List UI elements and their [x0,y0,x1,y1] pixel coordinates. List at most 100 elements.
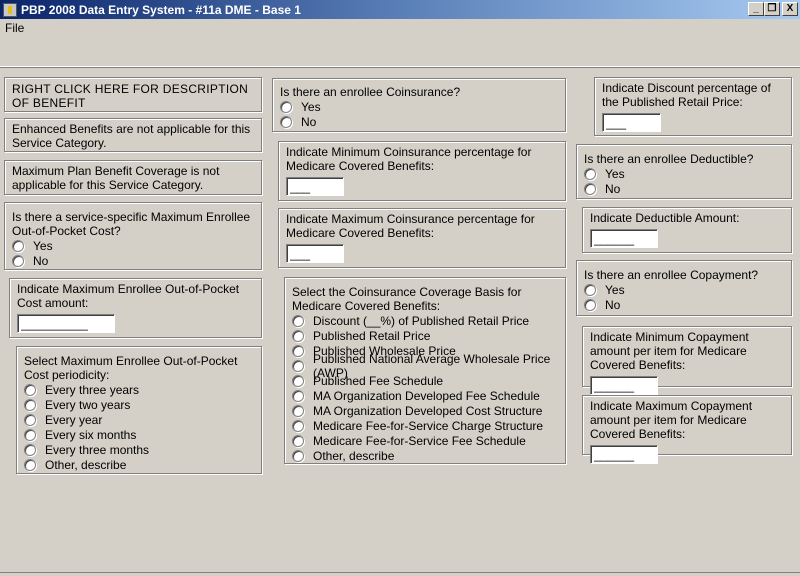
enhanced-benefits-text: Enhanced Benefits are not applicable for… [12,122,251,150]
radio-circle-icon [24,398,36,411]
discount-label: Indicate Discount percentage of the Publ… [602,81,771,109]
radio-label: No [605,297,621,312]
coverage-basis-group: Select the Coinsurance Coverage Basis fo… [284,277,566,464]
radio-option[interactable]: Published National Average Wholesale Pri… [292,352,558,380]
radio-option[interactable]: Every two years [24,397,254,412]
radio-label: Every three years [45,382,140,397]
radio-label: Medicare Fee-for-Service Charge Structur… [313,418,544,433]
deductible-yes-radio[interactable]: Yes [584,166,784,181]
radio-label: Medicare Fee-for-Service Fee Schedule [313,433,526,448]
radio-circle-icon [292,389,304,402]
discount-group: Indicate Discount percentage of the Publ… [594,77,792,136]
menu-file[interactable]: File [5,21,24,35]
radio-option[interactable]: Medicare Fee-for-Service Fee Schedule [292,433,558,448]
radio-circle-icon [24,443,36,456]
radio-option[interactable]: Every year [24,412,254,427]
radio-label: MA Organization Developed Cost Structure [313,403,543,418]
radio-option[interactable]: MA Organization Developed Fee Schedule [292,388,558,403]
radio-label: Published Retail Price [313,328,431,343]
min-coinsurance-input[interactable] [286,177,344,196]
radio-option[interactable]: Other, describe [24,457,254,472]
deductible-no-radio[interactable]: No [584,181,784,196]
max-copay-label: Indicate Maximum Copayment amount per it… [590,399,753,441]
restore-button[interactable]: ❐ [764,2,780,16]
radio-circle-icon [292,359,304,372]
description-box[interactable]: RIGHT CLICK HERE FOR DESCRIPTION OF BENE… [4,77,262,112]
coinsurance-yes-radio[interactable]: Yes [280,99,558,114]
copay-yes-radio[interactable]: Yes [584,282,784,297]
menu-bar: File [0,19,800,37]
deductible-question-label: Is there an enrollee Deductible? [584,152,754,166]
radio-option[interactable]: Other, describe [292,448,558,463]
radio-circle-icon [24,383,36,396]
radio-circle-icon [292,344,304,357]
radio-circle-icon [24,428,36,441]
periodicity-group: Select Maximum Enrollee Out-of-Pocket Co… [16,346,262,474]
discount-input[interactable] [602,113,661,132]
radio-circle-icon [12,254,24,267]
min-copay-input[interactable] [590,376,658,395]
radio-label: Yes [301,99,321,114]
radio-option[interactable]: Every three months [24,442,254,457]
title-bar: PBP 2008 Data Entry System - #11a DME - … [0,0,800,19]
radio-circle-icon [584,182,596,195]
radio-option[interactable]: Published Retail Price [292,328,558,343]
max-copay-input[interactable] [590,445,658,464]
max-plan-text: Maximum Plan Benefit Coverage is not app… [12,164,220,192]
max-coinsurance-input[interactable] [286,244,344,263]
min-copay-label: Indicate Minimum Copayment amount per it… [590,330,749,372]
status-divider [0,572,800,576]
oop-no-radio[interactable]: No [12,253,254,268]
radio-circle-icon [292,419,304,432]
radio-label: Published Fee Schedule [313,373,444,388]
deductible-amount-label: Indicate Deductible Amount: [590,211,740,225]
radio-label: Other, describe [313,448,395,463]
radio-circle-icon [292,434,304,447]
deductible-amount-input[interactable] [590,229,658,248]
description-link[interactable]: RIGHT CLICK HERE FOR DESCRIPTION OF BENE… [12,82,248,110]
radio-label: Every year [45,412,103,427]
radio-circle-icon [280,115,292,128]
radio-label: Other, describe [45,457,127,472]
radio-circle-icon [584,167,596,180]
oop-yes-radio[interactable]: Yes [12,238,254,253]
coinsurance-question-label: Is there an enrollee Coinsurance? [280,85,461,99]
radio-circle-icon [292,329,304,342]
copay-no-radio[interactable]: No [584,297,784,312]
radio-circle-icon [292,404,304,417]
oop-amount-label: Indicate Maximum Enrollee Out-of-Pocket … [17,282,240,310]
radio-circle-icon [292,374,304,387]
max-copay-group: Indicate Maximum Copayment amount per it… [582,395,792,464]
enhanced-benefits-box: Enhanced Benefits are not applicable for… [4,118,262,152]
radio-label: Every two years [45,397,131,412]
radio-circle-icon [584,298,596,311]
oop-amount-input[interactable] [17,314,115,333]
min-copay-group: Indicate Minimum Copayment amount per it… [582,326,792,395]
radio-label: MA Organization Developed Fee Schedule [313,388,540,403]
radio-circle-icon [12,239,24,252]
coinsurance-no-radio[interactable]: No [280,114,558,129]
copay-question-label: Is there an enrollee Copayment? [584,268,759,282]
oop-amount-group: Indicate Maximum Enrollee Out-of-Pocket … [9,278,262,338]
radio-option[interactable]: Discount (__%) of Published Retail Price [292,313,558,328]
close-button[interactable]: X [782,2,798,16]
radio-option[interactable]: Every three years [24,382,254,397]
radio-circle-icon [24,458,36,471]
deductible-question-group: Is there an enrollee Deductible? Yes No [576,144,792,199]
radio-circle-icon [280,100,292,113]
minimize-button[interactable]: _ [748,2,764,16]
max-coinsurance-group: Indicate Maximum Coinsurance percentage … [278,208,566,268]
deductible-amount-group: Indicate Deductible Amount: [582,207,792,253]
radio-label: Yes [33,238,53,253]
app-icon[interactable] [3,2,17,17]
radio-label: No [605,181,621,196]
radio-option[interactable]: Every six months [24,427,254,442]
radio-circle-icon [292,449,304,462]
radio-label: Yes [605,282,625,297]
radio-label: No [33,253,49,268]
radio-circle-icon [24,413,36,426]
min-coinsurance-label: Indicate Minimum Coinsurance percentage … [286,145,532,173]
coinsurance-question-group: Is there an enrollee Coinsurance? Yes No [272,78,566,132]
radio-option[interactable]: Medicare Fee-for-Service Charge Structur… [292,418,558,433]
radio-option[interactable]: MA Organization Developed Cost Structure [292,403,558,418]
